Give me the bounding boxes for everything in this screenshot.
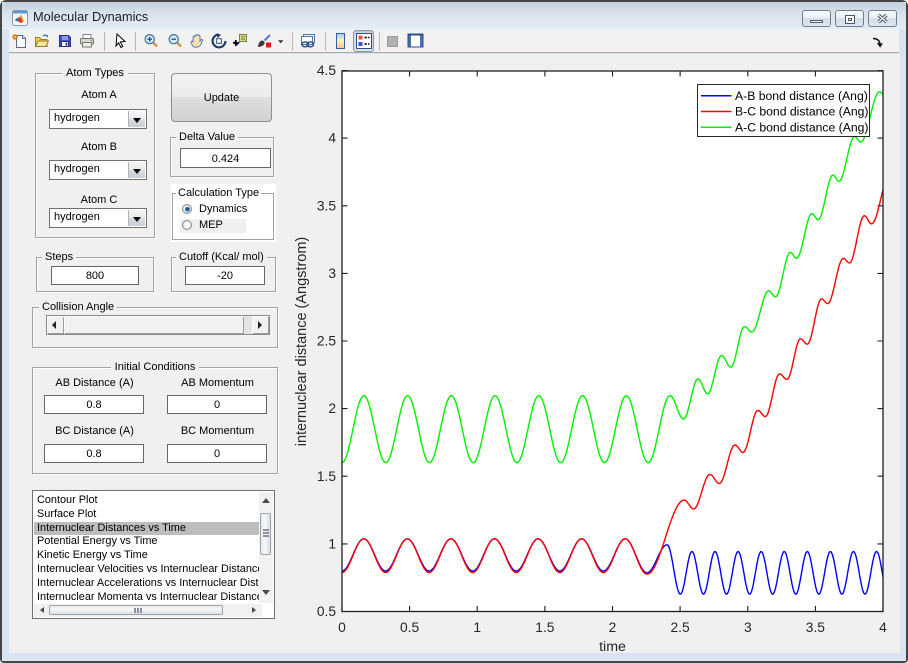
svg-text:2.5: 2.5 bbox=[671, 620, 691, 635]
svg-text:1: 1 bbox=[328, 537, 336, 552]
svg-text:0.5: 0.5 bbox=[317, 604, 337, 619]
svg-text:0: 0 bbox=[338, 620, 346, 635]
svg-text:3: 3 bbox=[744, 620, 752, 635]
svg-text:2: 2 bbox=[328, 401, 336, 416]
svg-text:A-C bond distance (Ang): A-C bond distance (Ang) bbox=[735, 121, 868, 135]
svg-text:2: 2 bbox=[609, 620, 617, 635]
svg-text:1.5: 1.5 bbox=[317, 469, 337, 484]
svg-text:3.5: 3.5 bbox=[317, 198, 337, 213]
svg-text:3.5: 3.5 bbox=[806, 620, 826, 635]
svg-text:4: 4 bbox=[328, 131, 336, 146]
svg-text:4.5: 4.5 bbox=[317, 63, 337, 78]
svg-text:1.5: 1.5 bbox=[535, 620, 555, 635]
svg-text:3: 3 bbox=[328, 266, 336, 281]
svg-text:time: time bbox=[599, 639, 626, 655]
svg-text:internuclear distance (Angstro: internuclear distance (Angstrom) bbox=[294, 237, 310, 447]
svg-text:1: 1 bbox=[473, 620, 481, 635]
svg-text:A-B bond distance (Ang): A-B bond distance (Ang) bbox=[735, 89, 868, 103]
svg-text:4: 4 bbox=[879, 620, 887, 635]
svg-text:0.5: 0.5 bbox=[400, 620, 420, 635]
svg-text:B-C bond distance (Ang): B-C bond distance (Ang) bbox=[735, 105, 868, 119]
svg-text:2.5: 2.5 bbox=[317, 334, 337, 349]
